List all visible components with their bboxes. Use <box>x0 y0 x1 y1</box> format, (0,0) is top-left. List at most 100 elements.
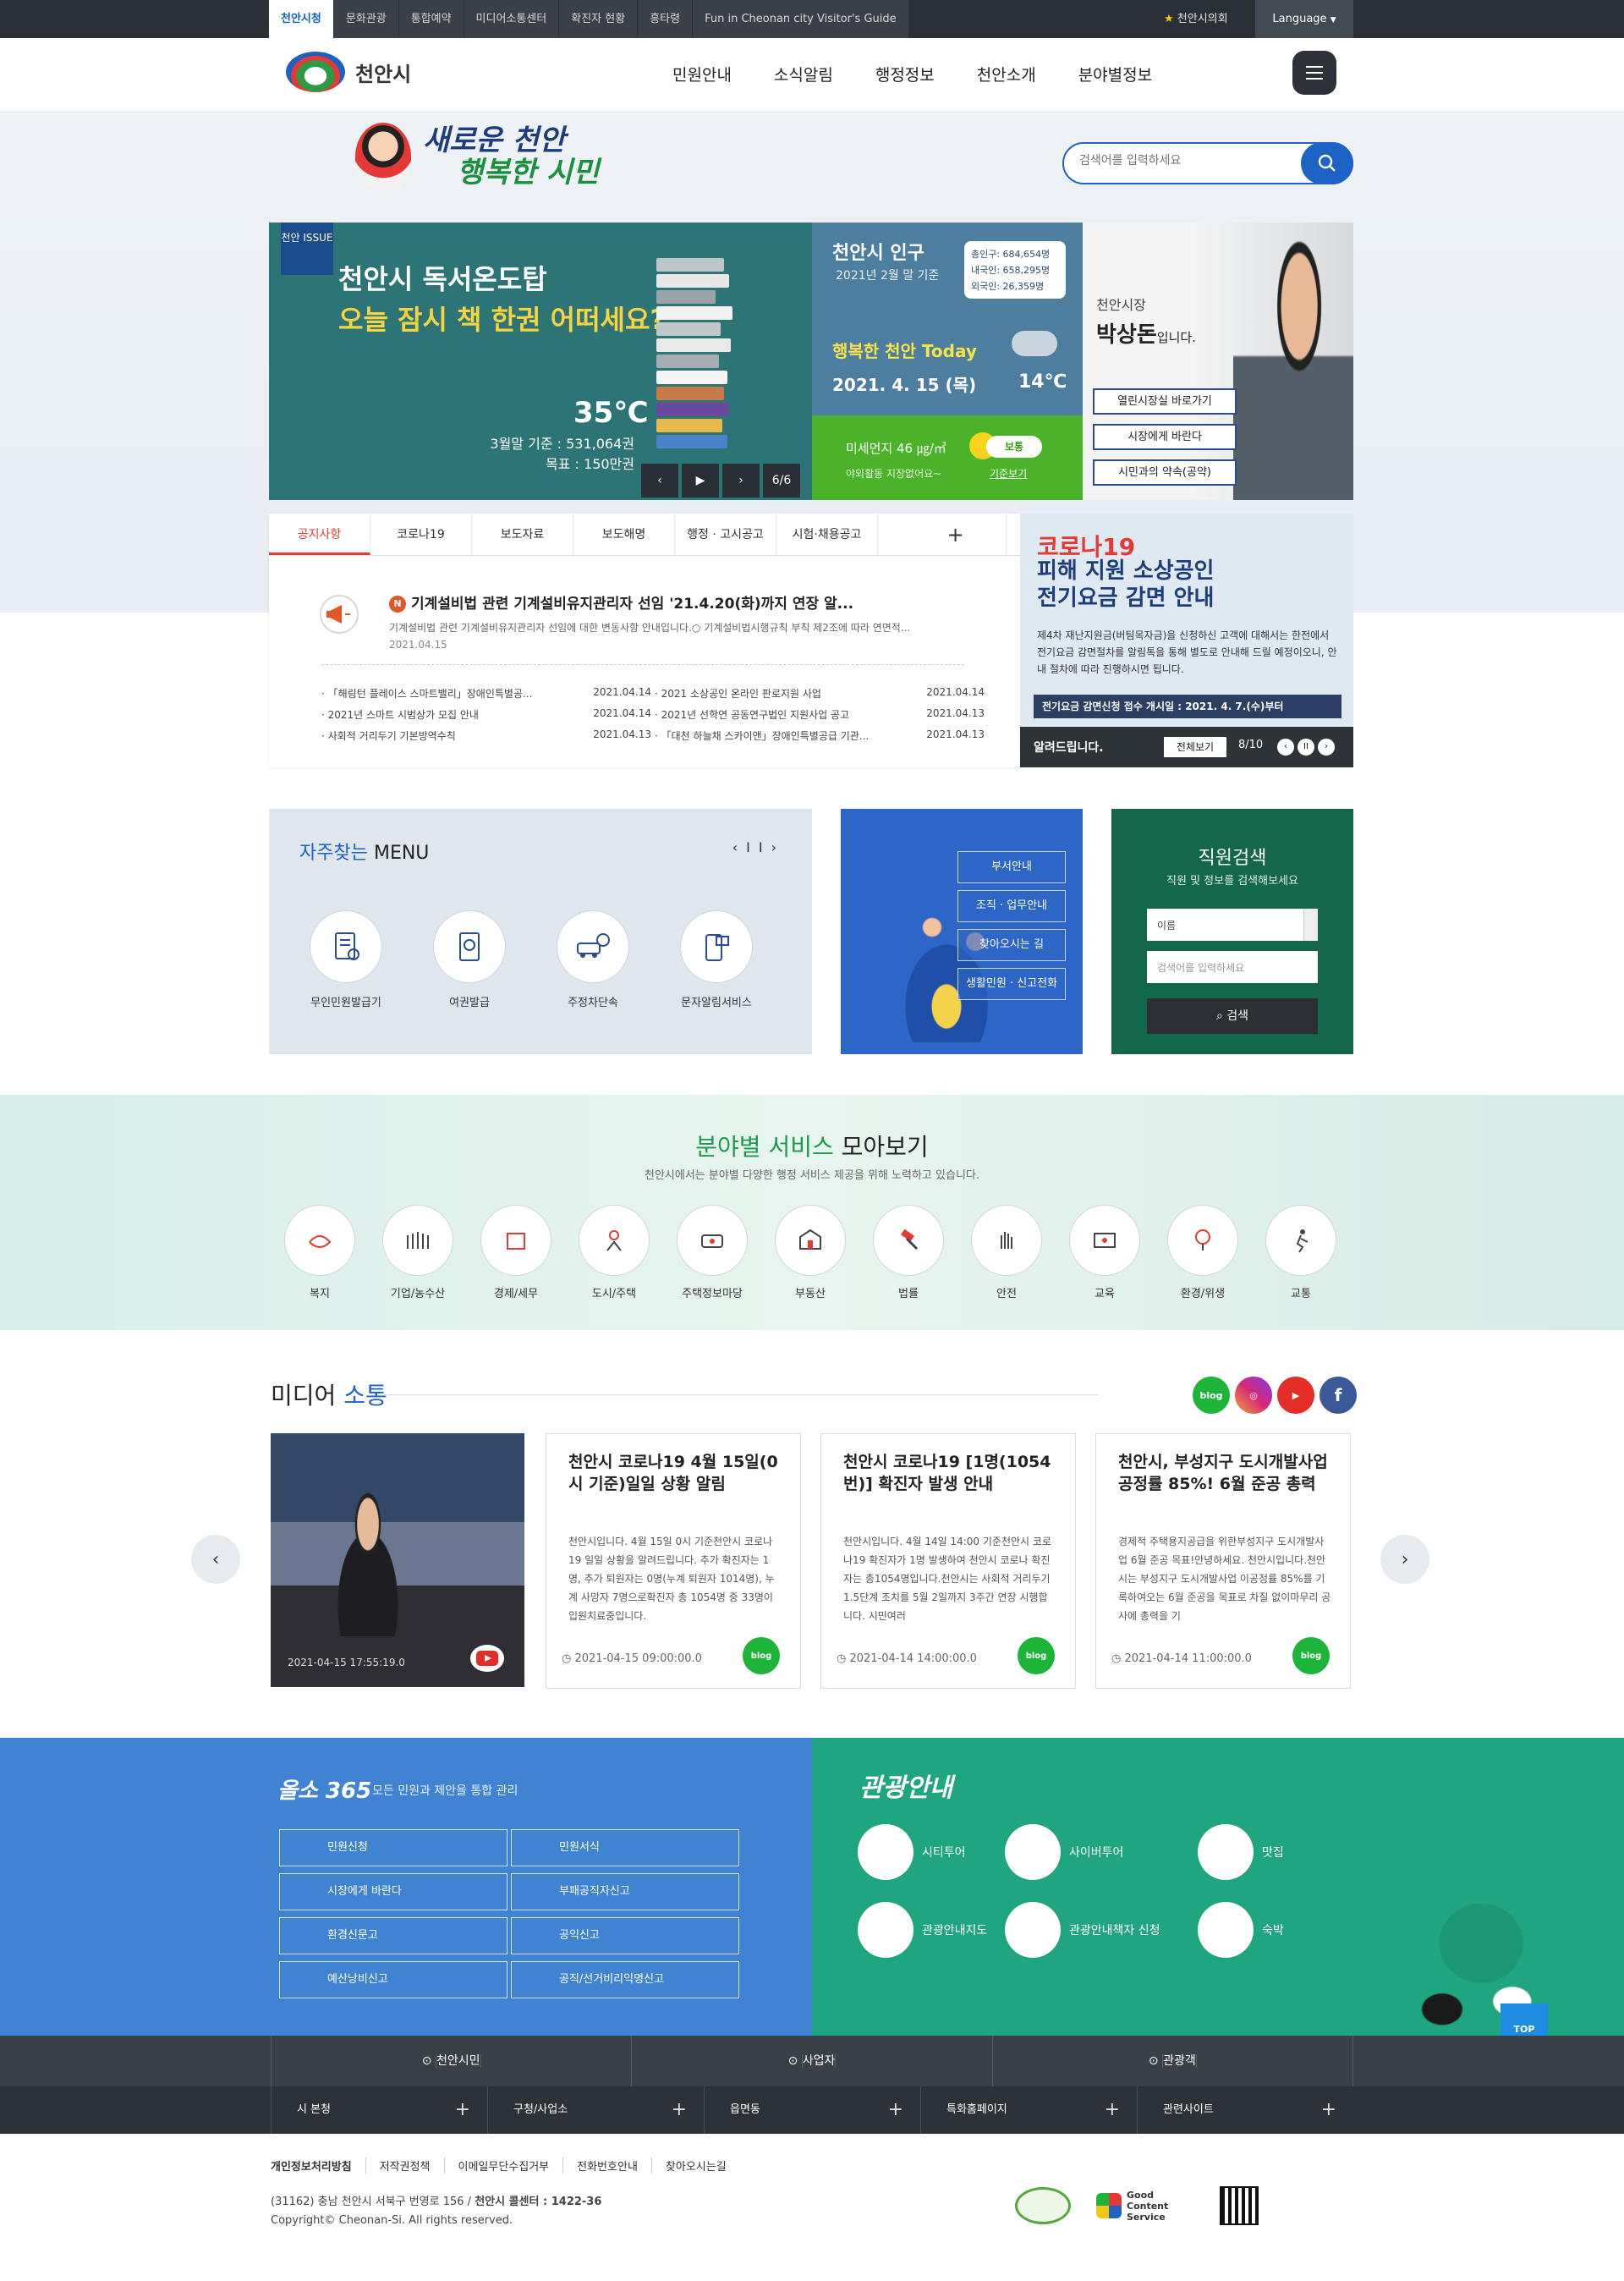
language-selector[interactable]: Language ▼ <box>1255 0 1353 38</box>
menu-button[interactable] <box>1292 51 1336 95</box>
staff-search-button[interactable]: ⌕ 검색 <box>1147 998 1318 1034</box>
civil-forms-button[interactable]: 민원서식 <box>511 1829 739 1866</box>
tour-item-map[interactable]: 관광안내지도 <box>858 1902 987 1958</box>
next-icon[interactable]: › <box>1318 739 1335 756</box>
nav-civil-service[interactable]: 민원안내 <box>651 38 753 113</box>
frequent-item-kiosk[interactable]: 무인민원발급기 <box>308 910 384 1009</box>
phone-guide-link[interactable]: 전화번호안내 <box>562 2157 651 2174</box>
wish-mayor-button[interactable]: 시장에게 바란다 <box>279 1873 508 1910</box>
list-item[interactable]: · 사회적 거리두기 기본방역수칙 2021.04.13 <box>321 728 651 750</box>
tour-item-city-tour[interactable]: 시티투어 <box>858 1824 966 1880</box>
audience-citizen[interactable]: ⊙ 천안시민 <box>271 2036 631 2086</box>
wish-to-mayor-button[interactable]: 시장에게 바란다 <box>1093 424 1237 450</box>
list-item[interactable]: · 2021년 선학연 공동연구법인 지원사업 공고 2021.04.13 <box>655 707 985 728</box>
field-item-law[interactable]: 법률 <box>873 1205 944 1300</box>
site-link-heungtaryeong[interactable]: 흥타령 <box>638 0 694 38</box>
tour-item-restaurant[interactable]: 맛집 <box>1198 1824 1284 1880</box>
corruption-report-button[interactable]: 부패공직자신고 <box>511 1873 739 1910</box>
tour-item-cyber-tour[interactable]: 사이버투어 <box>1005 1824 1123 1880</box>
media-video[interactable]: 2021-04-15 17:55:19.0 <box>271 1433 524 1687</box>
frequent-controls[interactable]: ‹II› <box>732 839 785 855</box>
site-link-city-hall[interactable]: 천안시청 <box>269 0 334 38</box>
council-link[interactable]: ★ 천안시의회 <box>1164 0 1228 38</box>
search-button[interactable] <box>1301 142 1353 184</box>
field-item-housing-info[interactable]: 주택정보마당 <box>677 1205 748 1300</box>
budget-waste-report-button[interactable]: 예산낭비신고 <box>279 1961 508 1998</box>
tab-clarification[interactable]: 보도해명 <box>573 514 675 555</box>
tab-announcement[interactable]: 행정 · 고시공고 <box>675 514 776 555</box>
youtube-icon[interactable]: ▶ <box>1277 1377 1314 1414</box>
site-logo[interactable]: 천안시 <box>286 52 411 92</box>
dept-guide-button[interactable]: 부서안내 <box>957 851 1066 883</box>
tab-recruit[interactable]: 시험·채용공고 <box>776 514 878 555</box>
field-item-education[interactable]: 교육 <box>1069 1205 1140 1300</box>
field-item-welfare[interactable]: 복지 <box>284 1205 355 1300</box>
youtube-play-icon[interactable] <box>470 1645 504 1672</box>
more-plus-icon[interactable]: + <box>905 514 1007 556</box>
field-item-environment[interactable]: 환경/위생 <box>1167 1205 1238 1300</box>
next-button[interactable]: › <box>722 464 760 497</box>
tour-item-lodging[interactable]: 숙박 <box>1198 1902 1284 1958</box>
media-card[interactable]: 천안시 코로나19 [1명(1054번)] 확진자 발생 안내 천안시입니다. … <box>820 1433 1076 1689</box>
field-item-realestate[interactable]: 부동산 <box>775 1205 846 1300</box>
field-item-safety[interactable]: 안전 <box>971 1205 1042 1300</box>
media-next-button[interactable]: › <box>1380 1535 1429 1584</box>
field-item-urban[interactable]: 도시/주택 <box>579 1205 650 1300</box>
list-item[interactable]: · 「대천 하늘채 스카이앤」장애인특별공급 기관... 2021.04.13 <box>655 728 985 750</box>
related-special-sites[interactable]: 특화홈페이지 <box>920 2086 1137 2134</box>
field-item-business[interactable]: 기업/농수산 <box>382 1205 453 1300</box>
environment-report-button[interactable]: 환경신문고 <box>279 1917 508 1954</box>
field-item-traffic[interactable]: 교통 <box>1265 1205 1336 1300</box>
site-link-visitors-guide[interactable]: Fun in Cheonan city Visitor's Guide <box>693 0 909 38</box>
prev-button[interactable]: ‹ <box>641 464 678 497</box>
play-button[interactable]: ▶ <box>682 464 719 497</box>
civil-request-button[interactable]: 민원신청 <box>279 1829 508 1866</box>
field-item-economy[interactable]: 경제/세무 <box>480 1205 551 1300</box>
list-item[interactable]: · 「해링턴 플레이스 스마트밸리」장애인특별공... 2021.04.14 <box>321 686 651 707</box>
frequent-item-parking[interactable]: 주정차단속 <box>555 910 631 1009</box>
audience-business[interactable]: ⊙ 사업자 <box>631 2036 991 2086</box>
tab-notice[interactable]: 공지사항 <box>269 514 370 555</box>
nav-fields[interactable]: 분야별정보 <box>1057 38 1173 113</box>
pause-icon[interactable]: II <box>1298 739 1314 756</box>
report-phone-button[interactable]: 생활민원 · 신고전화 <box>957 968 1066 1000</box>
frequent-item-sms[interactable]: 문자알림서비스 <box>678 910 754 1009</box>
list-item[interactable]: · 2021 소상공인 온라인 판로지원 사업 2021.04.14 <box>655 686 985 707</box>
related-towns[interactable]: 읍면동 <box>704 2086 920 2134</box>
facebook-icon[interactable]: f <box>1320 1377 1357 1414</box>
tab-covid[interactable]: 코로나19 <box>370 514 472 555</box>
directions-button[interactable]: 찾아오시는 길 <box>957 929 1066 961</box>
nav-about[interactable]: 천안소개 <box>956 38 1057 113</box>
audience-tourist[interactable]: ⊙ 관광객 <box>991 2036 1353 2086</box>
related-city-hall[interactable]: 시 본청 <box>271 2086 487 2134</box>
tour-item-brochure[interactable]: 관광안내책자 신청 <box>1005 1902 1160 1958</box>
open-office-button[interactable]: 열린시장실 바로가기 <box>1093 388 1237 415</box>
issue-banner[interactable]: 천안 ISSUE 천안시 독서온도탑 오늘 잠시 책 한권 어떠세요? 35℃ … <box>269 223 812 500</box>
org-guide-button[interactable]: 조직 · 업무안내 <box>957 890 1066 922</box>
list-item[interactable]: · 2021년 스마트 시범상가 모집 안내 2021.04.14 <box>321 707 651 728</box>
blog-icon[interactable]: blog <box>1193 1377 1230 1414</box>
staff-search-select[interactable]: 이름 <box>1147 909 1318 941</box>
public-interest-report-button[interactable]: 공익신고 <box>511 1917 739 1954</box>
media-prev-button[interactable]: ‹ <box>191 1535 240 1584</box>
staff-search-input[interactable]: 검색어를 입력하세요 <box>1147 951 1318 983</box>
nav-administration[interactable]: 행정정보 <box>854 38 956 113</box>
nav-news[interactable]: 소식알림 <box>753 38 854 113</box>
site-link-covid-status[interactable]: 확진자 현황 <box>559 0 639 38</box>
covid-banner[interactable]: 코로나19 피해 지원 소상공인 전기요금 감면 안내 제4차 재난지원금(버팀목… <box>1020 514 1353 767</box>
search-input[interactable] <box>1079 154 1299 168</box>
frequent-item-passport[interactable]: 여권발급 <box>431 910 508 1009</box>
tab-press[interactable]: 보도자료 <box>472 514 573 555</box>
privacy-link[interactable]: 개인정보처리방침 <box>271 2157 365 2174</box>
copyright-link[interactable]: 저작권정책 <box>365 2157 444 2174</box>
media-card[interactable]: 천안시, 부성지구 도시개발사업 공정률 85%! 6월 준공 총력 경제적 주… <box>1095 1433 1351 1689</box>
instagram-icon[interactable]: ◎ <box>1235 1377 1272 1414</box>
directions-link[interactable]: 찾아오시는길 <box>650 2157 740 2174</box>
related-sites[interactable]: 관련사이트 <box>1137 2086 1353 2134</box>
election-fraud-report-button[interactable]: 공직/선거비리익명신고 <box>511 1961 739 1998</box>
site-link-culture-tour[interactable]: 문화관광 <box>333 0 399 38</box>
site-link-reservation[interactable]: 통합예약 <box>398 0 464 38</box>
notice-headline[interactable]: N 기계설비법 관련 기계설비유지관리자 선임 '21.4.20(화)까지 연장 … <box>389 591 853 613</box>
dust-standard-link[interactable]: 기준보기 <box>990 466 1027 481</box>
pledge-button[interactable]: 시민과의 약속(공약) <box>1093 459 1237 486</box>
